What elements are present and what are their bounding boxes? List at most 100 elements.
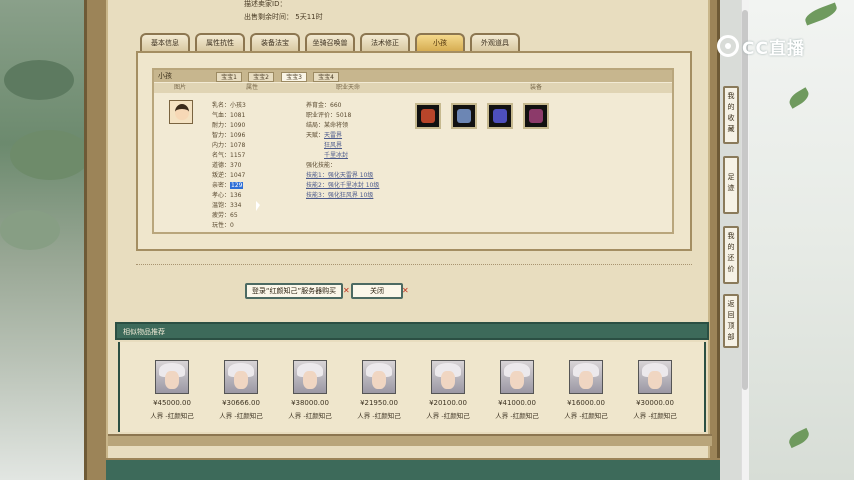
recommend-name[interactable]: 人界 -红颜知己 bbox=[625, 410, 685, 420]
column-career: 职业天命 bbox=[336, 84, 361, 91]
next-section-bar bbox=[106, 458, 720, 480]
stat-row: 玩性：0 bbox=[212, 222, 234, 229]
frame-bottom-strip bbox=[108, 434, 712, 446]
character-portrait bbox=[155, 360, 189, 394]
destiny-link[interactable]: 狂风界 bbox=[324, 140, 342, 149]
recommend-price: ¥41000.00 bbox=[498, 399, 536, 407]
login-buy-button[interactable]: 登录“红颜知己”服务器购买 bbox=[245, 283, 343, 299]
tab-child[interactable]: 小孩 bbox=[415, 33, 465, 51]
tab-mounts-pets[interactable]: 坐骑召唤兽 bbox=[305, 33, 355, 51]
skill-link[interactable]: 技能2：强化千里冰封 10级 bbox=[306, 180, 379, 189]
stat-row: 道德：370 bbox=[212, 162, 242, 169]
recommend-price: ¥20100.00 bbox=[429, 399, 467, 407]
character-portrait bbox=[638, 360, 672, 394]
close-button[interactable]: 关闭 bbox=[351, 283, 403, 299]
character-portrait bbox=[431, 360, 465, 394]
equipment-slot[interactable] bbox=[523, 103, 549, 129]
stat-row: 温饱：334 bbox=[212, 202, 242, 209]
skill-link[interactable]: 技能1：强化天雷界 10级 bbox=[306, 170, 373, 179]
equipment-slot[interactable] bbox=[451, 103, 477, 129]
recommend-item[interactable]: ¥38000.00 人界 -红颜知己 bbox=[280, 360, 340, 420]
character-portrait bbox=[293, 360, 327, 394]
destiny-link[interactable]: 天雷界 bbox=[324, 132, 342, 139]
stat-row: 叛逆：1047 bbox=[212, 172, 246, 179]
recommend-item[interactable]: ¥20100.00 人界 -红颜知己 bbox=[418, 360, 478, 420]
recommend-price: ¥21950.00 bbox=[360, 399, 398, 407]
child-avatar bbox=[169, 100, 193, 124]
tab-equipment[interactable]: 装备法宝 bbox=[250, 33, 300, 51]
close-icon: ✕ bbox=[402, 286, 409, 295]
recommend-price: ¥16000.00 bbox=[567, 399, 605, 407]
career-score: 职业评价：5018 bbox=[306, 112, 352, 119]
tab-attributes[interactable]: 属性抗性 bbox=[195, 33, 245, 51]
tab-appearance[interactable]: 外观道具 bbox=[470, 33, 520, 51]
column-image: 图片 bbox=[174, 84, 187, 91]
recommend-name[interactable]: 人界 -红颜知己 bbox=[418, 410, 478, 420]
weapon-icon bbox=[493, 109, 507, 123]
subtab-baby-1[interactable]: 宝宝1 bbox=[216, 72, 242, 82]
recommend-price: ¥30000.00 bbox=[636, 399, 674, 407]
recommend-name[interactable]: 人界 -红颜知己 bbox=[142, 410, 202, 420]
child-face bbox=[175, 104, 189, 120]
stat-row: 疲劳：65 bbox=[212, 212, 238, 219]
side-nav-history[interactable]: 足迹 bbox=[723, 156, 739, 214]
child-ending: 结局：某命将领 bbox=[306, 122, 349, 129]
tab-basic-info[interactable]: 基本信息 bbox=[140, 33, 190, 51]
recommend-item[interactable]: ¥21950.00 人界 -红颜知己 bbox=[349, 360, 409, 420]
subtab-baby-4[interactable]: 宝宝4 bbox=[313, 72, 339, 82]
tree-decoration bbox=[4, 60, 74, 100]
recommend-area bbox=[118, 342, 706, 432]
cc-logo-icon bbox=[717, 35, 739, 57]
stat-row: 亲密：129 bbox=[212, 182, 244, 189]
recommend-header: 相似物品推荐 bbox=[115, 322, 709, 340]
side-nav-counteroffer[interactable]: 我的还价 bbox=[723, 226, 739, 284]
skill-link[interactable]: 技能3：强化狂风界 10级 bbox=[306, 190, 373, 199]
character-portrait bbox=[362, 360, 396, 394]
recommend-item[interactable]: ¥45000.00 人界 -红颜知己 bbox=[142, 360, 202, 420]
tree-decoration bbox=[10, 130, 90, 180]
recommend-name[interactable]: 人界 -红颜知己 bbox=[556, 410, 616, 420]
background-scenery-right bbox=[744, 0, 854, 480]
recommend-title: 相似物品推荐 bbox=[123, 328, 165, 336]
destiny-label: 天赋：天雷界 bbox=[306, 132, 343, 139]
recommend-item[interactable]: ¥16000.00 人界 -红颜知己 bbox=[556, 360, 616, 420]
side-nav-back-to-top[interactable]: 返回顶部 bbox=[723, 294, 739, 348]
character-portrait bbox=[500, 360, 534, 394]
recommend-price: ¥30666.00 bbox=[222, 399, 260, 407]
recommend-name[interactable]: 人界 -红颜知己 bbox=[487, 410, 547, 420]
stat-row: 孝心：136 bbox=[212, 192, 242, 199]
tab-spell-correction[interactable]: 法术修正 bbox=[360, 33, 410, 51]
stat-row: 气血：1081 bbox=[212, 112, 246, 119]
leaf-decoration bbox=[786, 87, 812, 109]
recommend-name[interactable]: 人界 -红颜知己 bbox=[211, 410, 271, 420]
subtab-baby-2[interactable]: 宝宝2 bbox=[248, 72, 274, 82]
recommend-item[interactable]: ¥30000.00 人界 -红颜知己 bbox=[625, 360, 685, 420]
recommend-name[interactable]: 人界 -红颜知己 bbox=[349, 410, 409, 420]
stat-row: 耐力：1090 bbox=[212, 122, 246, 129]
equipment-slot[interactable] bbox=[415, 103, 441, 129]
armor-icon bbox=[529, 109, 543, 123]
helmet-icon bbox=[421, 109, 435, 123]
recommend-item[interactable]: ¥30666.00 人界 -红颜知己 bbox=[211, 360, 271, 420]
close-icon: ✕ bbox=[343, 286, 350, 295]
character-portrait bbox=[569, 360, 603, 394]
cc-live-logo: CC直播 bbox=[717, 34, 805, 59]
stat-row: 智力：1096 bbox=[212, 132, 246, 139]
subtab-baby-3[interactable]: 宝宝3 bbox=[281, 72, 307, 82]
selected-text: 129 bbox=[230, 182, 244, 189]
child-panel-title: 小孩 bbox=[158, 72, 172, 80]
equipment-slot[interactable] bbox=[487, 103, 513, 129]
side-nav-favorites[interactable]: 我的收藏 bbox=[723, 86, 739, 144]
column-header: 图片 属性 职业天命 装备 bbox=[154, 83, 672, 93]
seller-id-label: 描述卖家ID： bbox=[244, 0, 287, 8]
time-left-label: 出售剩余时间： bbox=[244, 13, 293, 21]
scrollbar-thumb[interactable] bbox=[742, 10, 748, 390]
stat-row: 内力：1078 bbox=[212, 142, 246, 149]
recommend-name[interactable]: 人界 -红颜知己 bbox=[280, 410, 340, 420]
stat-row: 名气：1157 bbox=[212, 152, 246, 159]
cc-logo-text: CC直播 bbox=[742, 38, 805, 59]
leaf-decoration bbox=[802, 2, 840, 26]
recommend-item[interactable]: ¥41000.00 人界 -红颜知己 bbox=[487, 360, 547, 420]
destiny-link[interactable]: 千里冰封 bbox=[324, 150, 348, 159]
enhance-skill-label: 强化技能： bbox=[306, 162, 337, 169]
